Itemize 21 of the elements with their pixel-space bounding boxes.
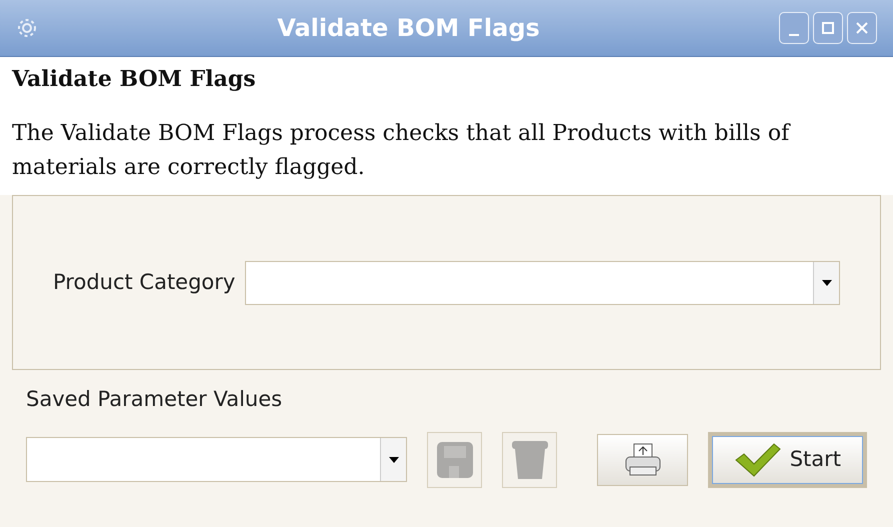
start-button[interactable]: Start [708,432,867,488]
print-button[interactable] [597,434,688,486]
product-category-dropdown[interactable] [245,260,840,304]
printer-icon [624,442,662,476]
caret-icon [388,456,400,464]
close-button[interactable] [847,12,877,44]
process-heading: Validate BOM Flags [12,65,257,94]
maximize-icon [822,22,834,34]
process-description: The Validate BOM Flags process checks that all Products with bills of materials are correctly flagged. [12,120,792,182]
field-label: Product Category [53,268,236,296]
trash-can-icon [510,438,550,480]
minimize-button[interactable] [779,12,809,44]
gear-icon [16,17,38,39]
close-icon [856,22,868,34]
caret-icon [820,278,832,286]
saved-parameters-dropdown[interactable] [26,437,408,482]
window-title: Validate BOM Flags [277,13,540,44]
checkmark-icon [734,442,782,478]
saved-parameters-label: Saved Parameter Values [26,387,282,411]
minimize-icon [789,34,799,36]
maximize-button[interactable] [813,12,843,44]
